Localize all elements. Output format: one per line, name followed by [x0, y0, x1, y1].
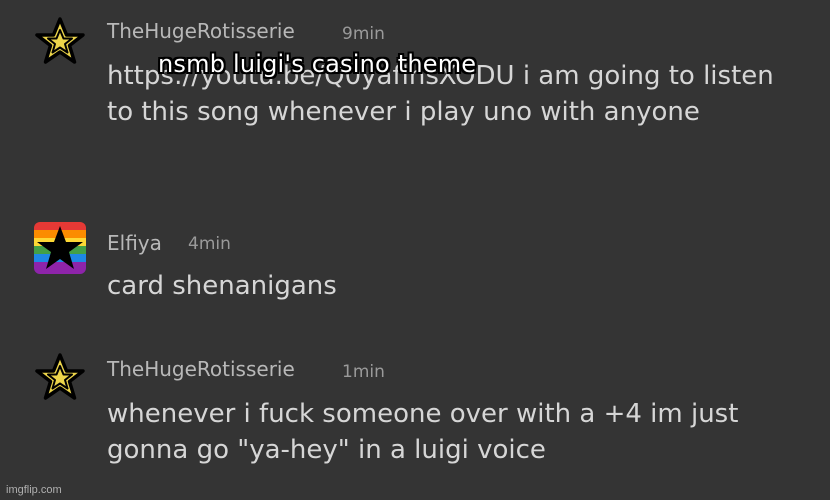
message-text: whenever i fuck someone over with a +4 i…	[107, 399, 739, 465]
watermark: imgflip.com	[6, 484, 62, 496]
gold-star-icon	[35, 353, 85, 400]
author-name[interactable]: TheHugeRotisserie	[107, 357, 295, 381]
gold-star-icon	[35, 17, 85, 64]
caption-overlay: nsmb luigi's casino theme	[158, 50, 477, 78]
timestamp: 9min	[342, 24, 385, 44]
message-text: card shenanigans	[107, 271, 337, 301]
author-name[interactable]: TheHugeRotisserie	[107, 19, 295, 43]
avatar[interactable]	[34, 16, 86, 68]
timestamp: 1min	[342, 362, 385, 382]
timestamp: 4min	[188, 234, 231, 254]
avatar[interactable]	[34, 352, 86, 404]
author-name[interactable]: Elfiya	[107, 231, 162, 255]
rainbow-star-icon	[34, 222, 86, 274]
avatar[interactable]	[34, 222, 86, 274]
